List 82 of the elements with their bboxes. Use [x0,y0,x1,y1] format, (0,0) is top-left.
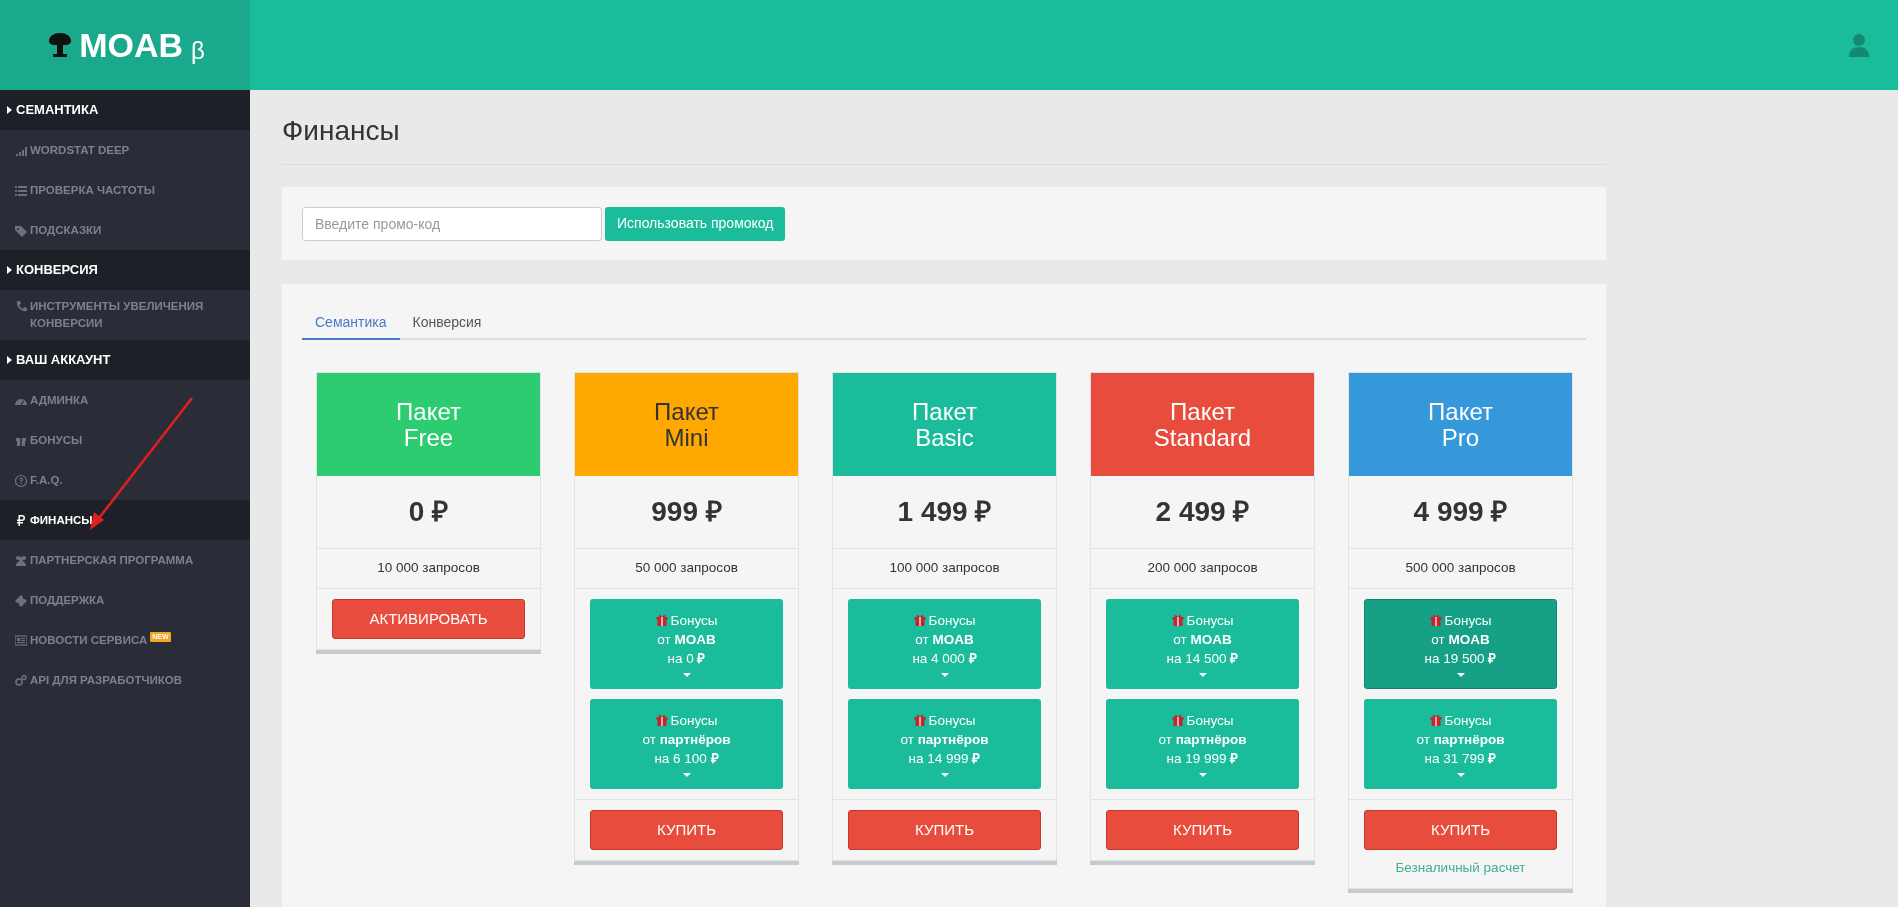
bonus-toggle[interactable]: Бонусы от MOAB на 0 ₽ [590,599,783,689]
buy-button[interactable]: АКТИВИРОВАТЬ [332,599,525,639]
triangle-icon [7,266,12,274]
plan-price: 999 ₽ [651,495,722,529]
phone-icon [15,300,27,313]
plan-header: Пакет Free [317,373,540,476]
sidebar-item-label: ИНСТРУМЕНТЫ УВЕЛИЧЕНИЯ КОНВЕРСИИ [30,299,205,331]
sidebar-item[interactable]: ПОДДЕРЖКА [0,580,250,620]
list-icon [15,183,27,197]
plan-price: 1 499 ₽ [897,495,992,529]
sidebar-item[interactable]: ПОДСКАЗКИ [0,210,250,250]
sidebar-item[interactable]: API ДЛЯ РАЗРАБОТЧИКОВ [0,660,250,700]
user-icon[interactable] [1848,33,1870,57]
sidebar-section[interactable]: СЕМАНТИКА [0,90,250,130]
sidebar-item-label: ФИНАНСЫ [30,512,93,528]
caret-icon [1456,673,1465,677]
sidebar-item-label: ПОДДЕРЖКА [30,592,105,608]
sidebar-item-label: F.A.Q. [30,472,63,488]
bonus-toggle[interactable]: Бонусы от партнёров на 31 799 ₽ [1364,699,1557,789]
page-title: Финансы [282,114,401,148]
sidebar-item-label: БОНУСЫ [30,432,83,448]
bonus-toggle[interactable]: Бонусы от партнёров на 6 100 ₽ [590,699,783,789]
plan-header: Пакет Basic [833,373,1056,476]
gears-icon [15,673,27,687]
sidebar-item[interactable]: АДМИНКА [0,380,250,420]
requests-count: 10 000 запросов [377,559,480,578]
requests-count: 200 000 запросов [1147,559,1258,578]
plan-price: 4 999 ₽ [1413,495,1508,529]
promo-code-field[interactable]: Введите промо-код [302,206,602,241]
tab[interactable]: Конверсия [399,306,495,340]
tag-icon [15,223,27,237]
sidebar-item[interactable]: ПРОВЕРКА ЧАСТОТЫ [0,170,250,210]
caret-icon [682,773,691,777]
apply-promo-button[interactable]: Использовать промокод [605,206,786,241]
ruble-icon [15,513,27,527]
sidebar-item-label: ПОДСКАЗКИ [30,222,102,238]
sidebar-section[interactable]: ВАШ АККАУНТ [0,340,250,380]
plan-header: Пакет Pro [1349,373,1572,476]
bonus-toggle[interactable]: Бонусы от MOAB на 4 000 ₽ [848,599,1041,689]
plan-price: 0 ₽ [408,495,449,529]
requests-count: 50 000 запросов [635,559,738,578]
bonus-toggle[interactable]: Бонусы от MOAB на 14 500 ₽ [1106,599,1299,689]
sidebar-section[interactable]: КОНВЕРСИЯ [0,250,250,290]
buy-button[interactable]: КУПИТЬ [1106,810,1299,850]
requests-count: 500 000 запросов [1405,559,1516,578]
sidebar-item-label: WORDSTAT DEEP [30,142,130,158]
buy-button[interactable]: КУПИТЬ [1364,810,1557,850]
sidebar-item[interactable]: ФИНАНСЫ [0,500,250,540]
caret-icon [940,773,949,777]
caret-icon [682,673,691,677]
cashless-payment-link[interactable]: Безналичный расчет [1395,858,1526,879]
plan-header: Пакет Mini [575,373,798,476]
sidebar-item[interactable]: БОНУСЫ [0,420,250,460]
sidebar-item-label: API ДЛЯ РАЗРАБОТЧИКОВ [30,672,183,688]
caret-icon [1456,773,1465,777]
sidebar-item[interactable]: WORDSTAT DEEP [0,130,250,170]
caret-icon [1198,673,1207,677]
plan-header: Пакет Standard [1091,373,1314,476]
sidebar-item-label: ПАРТНЕРСКАЯ ПРОГРАММА [30,552,194,568]
requests-count: 100 000 запросов [889,559,1000,578]
sidebar-item-label: ПРОВЕРКА ЧАСТОТЫ [30,182,155,198]
caret-icon [1198,773,1207,777]
caret-icon [940,673,949,677]
sidebar-item[interactable]: ПАРТНЕРСКАЯ ПРОГРАММА [0,540,250,580]
plan-price: 2 499 ₽ [1155,495,1250,529]
triangle-icon [7,106,12,114]
sidebar-item-label: НОВОСТИ СЕРВИСА [30,632,148,648]
buy-button[interactable]: КУПИТЬ [848,810,1041,850]
logo-text: MOAB [79,24,184,66]
sidebar-item[interactable]: F.A.Q. [0,460,250,500]
question-icon [15,473,27,487]
ticket-icon [15,593,27,607]
sidebar-item-label: АДМИНКА [30,392,89,408]
tab[interactable]: Семантика [302,306,400,340]
bonus-toggle[interactable]: Бонусы от партнёров на 19 999 ₽ [1106,699,1299,789]
triangle-icon [7,356,12,364]
newspaper-icon [15,633,27,647]
beta-mark: β [191,36,205,66]
bonus-toggle[interactable]: Бонусы от MOAB на 19 500 ₽ [1364,599,1557,689]
buy-button[interactable]: КУПИТЬ [590,810,783,850]
sidebar-item[interactable]: ИНСТРУМЕНТЫ УВЕЛИЧЕНИЯ КОНВЕРСИИ [0,290,250,340]
bonus-toggle[interactable]: Бонусы от партнёров на 14 999 ₽ [848,699,1041,789]
